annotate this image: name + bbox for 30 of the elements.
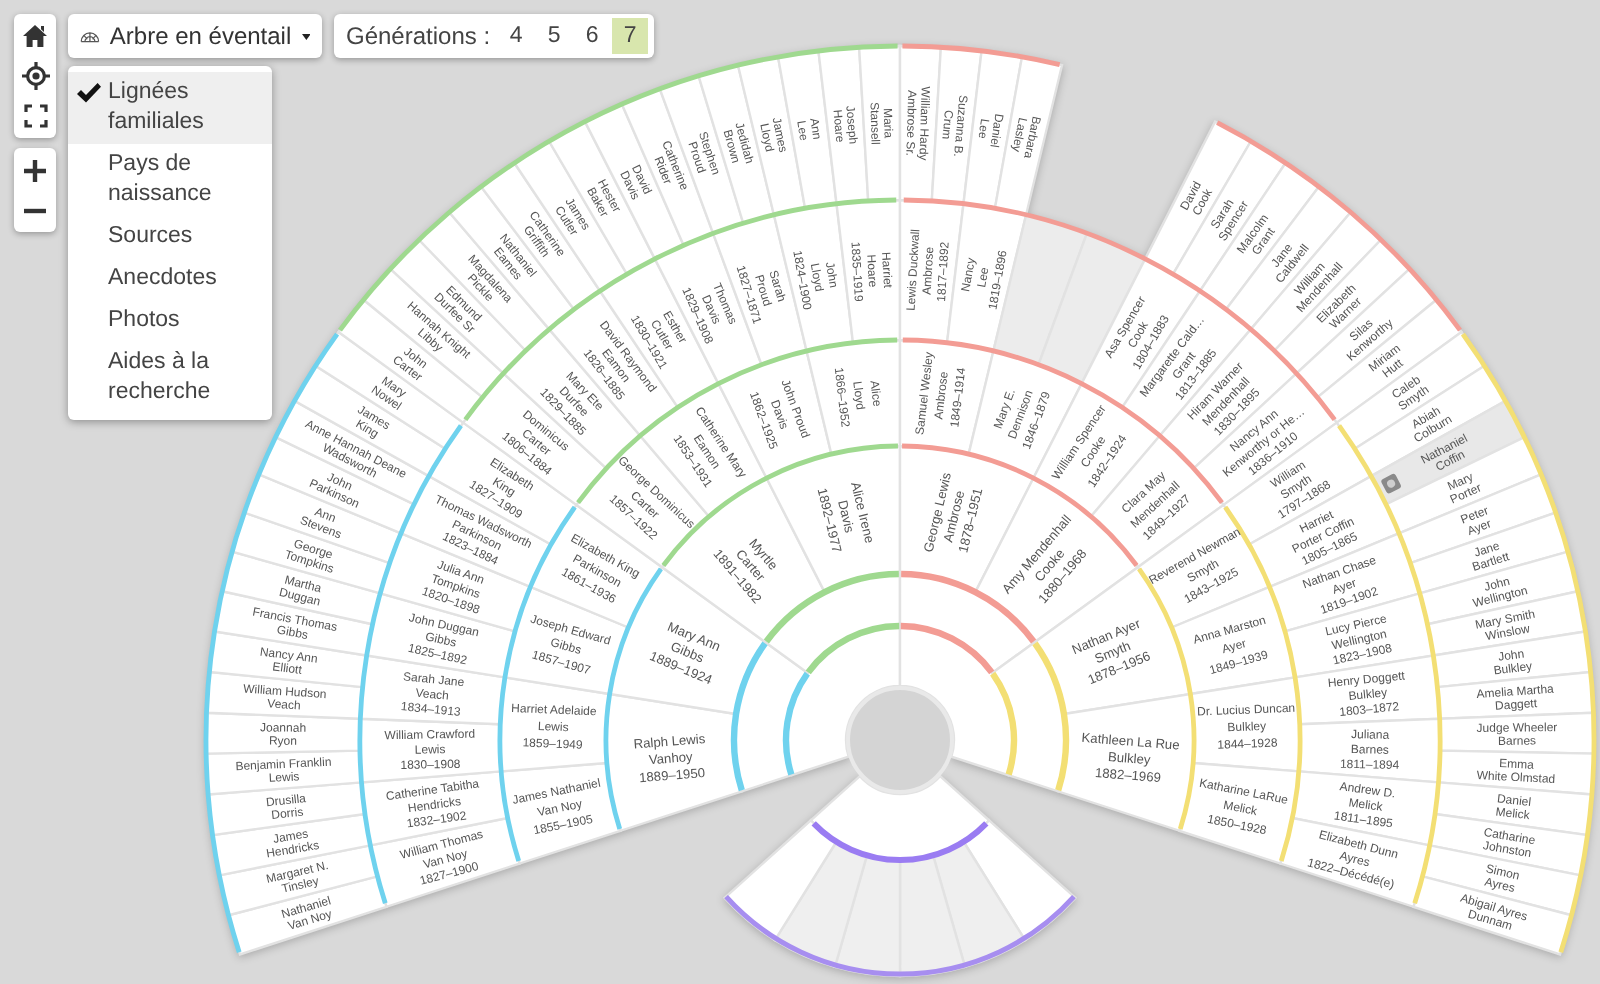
plus-icon bbox=[24, 159, 46, 181]
person-cell[interactable] bbox=[1189, 676, 1302, 773]
person-badge-icon[interactable] bbox=[1380, 472, 1402, 495]
crosshair-icon bbox=[21, 62, 49, 90]
view-dropdown[interactable]: Arbre en éventail bbox=[68, 14, 322, 58]
fan-icon bbox=[80, 26, 100, 46]
empty-cell[interactable] bbox=[992, 213, 1089, 366]
fullscreen-icon bbox=[23, 104, 47, 128]
menu-item[interactable]: Aides à la recherche bbox=[68, 342, 272, 414]
generations-label: Générations : bbox=[346, 20, 491, 54]
generation-option[interactable]: 7 bbox=[612, 18, 649, 54]
minus-icon bbox=[24, 207, 46, 213]
menu-item[interactable]: Photos bbox=[68, 300, 272, 342]
generation-option[interactable]: 4 bbox=[498, 18, 535, 54]
descendant-cell[interactable] bbox=[809, 774, 991, 861]
descendant-cell[interactable] bbox=[723, 819, 838, 942]
descendant-cell[interactable] bbox=[898, 854, 967, 978]
menu-item[interactable]: Anecdotes bbox=[68, 258, 272, 300]
generation-option[interactable]: 6 bbox=[574, 18, 611, 54]
check-icon bbox=[76, 82, 102, 104]
caret-icon bbox=[301, 31, 310, 41]
home-icon bbox=[22, 24, 48, 48]
person-cell[interactable] bbox=[1178, 761, 1300, 865]
locate-button[interactable] bbox=[16, 58, 54, 94]
menu-item[interactable]: Lignées familiales bbox=[68, 72, 272, 144]
generation-option[interactable]: 5 bbox=[536, 18, 573, 54]
person-cell[interactable] bbox=[993, 55, 1064, 217]
menu-item[interactable]: Pays de naissance bbox=[68, 144, 272, 216]
menu-item[interactable]: Sources bbox=[68, 216, 272, 258]
person-cell[interactable] bbox=[1056, 692, 1195, 833]
